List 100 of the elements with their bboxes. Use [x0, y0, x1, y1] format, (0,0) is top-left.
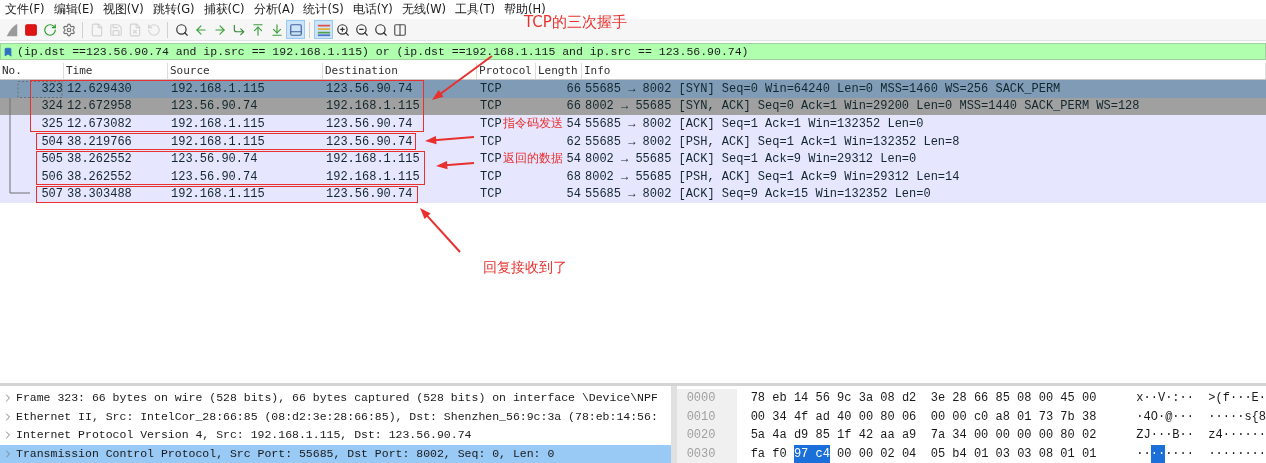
detail-text: Frame 323: 66 bytes on wire (528 bits), 66 bytes captured (528 bits) on interface \Device\NPF	[16, 391, 658, 406]
column-header[interactable]: Source	[168, 63, 323, 79]
table-cell: 12.672958	[67, 99, 132, 114]
column-header[interactable]: No.	[0, 63, 64, 79]
autoscroll-icon	[288, 22, 303, 37]
restart-icon	[42, 22, 57, 37]
menu-item[interactable]: 视图(V)	[99, 0, 147, 19]
table-cell: 12.673082	[67, 117, 132, 131]
zoom-out-icon	[354, 22, 369, 37]
search-icon	[174, 22, 189, 37]
byte-offset: 0010	[686, 408, 716, 426]
table-cell: 12.629430	[67, 81, 132, 96]
zoom-in-icon	[335, 22, 350, 37]
table-cell: 55685 → 8002 [SYN] Seq=0 Win=64240 Len=0 MSS=1460 WS=256 SACK_PERM	[585, 81, 1061, 96]
table-cell: 8002 → 55685 [ACK] Seq=1 Ack=9 Win=29312 Len=0	[585, 152, 917, 167]
menu-item[interactable]: 文件(F)	[2, 0, 48, 19]
table-cell: 192.168.1.115	[171, 187, 265, 202]
save-icon	[108, 22, 123, 37]
table-cell: 192.168.1.115	[326, 169, 420, 184]
menu-item[interactable]: 无线(W)	[398, 0, 450, 19]
column-header[interactable]: Info	[582, 63, 1266, 79]
settings-icon	[61, 22, 76, 37]
menu-item[interactable]: 跳转(G)	[149, 0, 198, 19]
menu-item[interactable]: 统计(S)	[300, 0, 347, 19]
reload-icon	[146, 22, 161, 37]
detail-text: Ethernet II, Src: IntelCor_28:66:85 (08:d2:3e:28:66:85), Dst: Shenzhen_56:9c:3a (78:eb:14:56:	[16, 409, 658, 424]
table-cell: 55685 → 8002 [ACK] Seq=9 Ack=15 Win=132352 Len=0	[585, 187, 931, 202]
ascii-text: x··V·:·· >(f···E·	[1136, 390, 1266, 408]
table-cell: 66	[566, 99, 581, 114]
table-cell: TCP	[480, 117, 502, 131]
table-cell: TCP	[480, 81, 502, 96]
hex-bytes: 5a 4a d9 85 1f 42 aa a9 7a 34 00 00 00 00 80 02	[750, 427, 1097, 445]
table-cell: TCP	[480, 152, 502, 167]
column-header[interactable]: Destination	[323, 63, 477, 79]
table-cell: 8002 → 55685 [PSH, ACK] Seq=1 Ack=9 Win=29312 Len=14	[585, 169, 960, 184]
byte-offset: 0030	[686, 445, 716, 463]
ascii-text: ··	[1136, 445, 1151, 463]
annotation-arrow	[425, 136, 475, 145]
annotation-arrow	[420, 208, 461, 253]
stop-icon	[23, 22, 38, 37]
table-cell: 192.168.1.115	[171, 81, 265, 96]
table-cell: 54	[566, 117, 581, 131]
table-cell: TCP	[480, 99, 502, 114]
colorize-button[interactable]	[314, 20, 333, 39]
hex-bytes: 00 00 02 04 05 b4 01 03 03 08 01 01	[836, 445, 1097, 463]
table-cell: 54	[566, 152, 581, 167]
table-cell: 324	[41, 99, 63, 114]
table-cell: 504	[41, 134, 63, 149]
table-cell: 323	[41, 81, 63, 96]
table-cell: 62	[566, 134, 581, 149]
annotation-label: 指令码发送	[503, 115, 563, 132]
table-cell: 123.56.90.74	[171, 99, 258, 114]
byte-offset: 0000	[686, 390, 716, 408]
arrow-up-icon	[250, 22, 265, 37]
hex-bytes: 97 c4	[793, 444, 830, 463]
hex-bytes: 78 eb 14 56 9c 3a 08 d2 3e 28 66 85 08 00 45 00	[750, 390, 1097, 408]
table-cell: 123.56.90.74	[326, 81, 413, 96]
table-cell: 192.168.1.115	[171, 117, 265, 131]
close-file-icon	[127, 22, 142, 37]
column-header[interactable]: Length	[536, 63, 582, 79]
detail-text: Transmission Control Protocol, Src Port: 55685, Dst Port: 8002, Seq: 0, Len: 0	[16, 446, 555, 461]
arrow-down-icon	[269, 22, 284, 37]
autoscroll-button[interactable]	[286, 20, 305, 39]
go-to-icon	[231, 22, 246, 37]
menu-item[interactable]: 捕获(C)	[200, 0, 248, 19]
table-cell: 505	[41, 152, 63, 167]
annotation-label: 回复接收到了	[483, 258, 567, 277]
table-cell: 325	[41, 117, 63, 131]
resize-columns-icon	[392, 22, 407, 37]
table-cell: 38.262552	[67, 169, 132, 184]
table-cell: 123.56.90.74	[171, 169, 258, 184]
hex-bytes: fa f0	[750, 445, 788, 463]
table-cell: TCP	[480, 169, 502, 184]
ascii-text: ··	[1150, 444, 1166, 463]
shark-fin-icon	[4, 22, 19, 37]
ascii-text: ·4O·@··· ·····s{8	[1136, 408, 1266, 426]
table-cell: 192.168.1.115	[171, 134, 265, 149]
column-header[interactable]: Time	[64, 63, 168, 79]
table-cell: 123.56.90.74	[326, 117, 413, 131]
table-cell: 123.56.90.74	[326, 187, 413, 202]
ascii-text: ···· ········	[1165, 445, 1266, 463]
menu-item[interactable]: 电话(Y)	[349, 0, 396, 19]
detail-tree-item[interactable]: Transmission Control Protocol, Src Port: 55685, Dst Port: 8002, Seq: 0, Len: 0	[0, 444, 671, 463]
column-header[interactable]: Protocol	[477, 63, 536, 79]
table-cell: 123.56.90.74	[171, 152, 258, 167]
table-cell: 38.262552	[67, 152, 132, 167]
file-icon	[89, 22, 104, 37]
detail-tree-item[interactable]: Frame 323: 66 bytes on wire (528 bits), 66 bytes captured (528 bits) on interface \Device\NPF	[0, 389, 671, 408]
table-cell: TCP	[480, 187, 502, 202]
detail-tree-item[interactable]: Ethernet II, Src: IntelCor_28:66:85 (08:d2:3e:28:66:85), Dst: Shenzhen_56:9c:3a (78:eb:14:56:	[0, 407, 671, 426]
ascii-text: ZJ···B·· z4······	[1136, 427, 1266, 445]
menu-item[interactable]: 分析(A)	[250, 0, 298, 19]
menu-item[interactable]: 工具(T)	[452, 0, 499, 19]
table-cell: 54	[566, 187, 581, 202]
menu-item[interactable]: 编辑(E)	[50, 0, 97, 19]
table-cell: 192.168.1.115	[326, 152, 420, 167]
bookmark-icon[interactable]	[3, 45, 13, 58]
packet-row[interactable]: 323 12.629430 192.168.1.115 123.56.90.74 TCP 66 55685 → 8002 [SYN] Seq=0 Win=64240 Len=0 MSS=1460 WS=256 SACK_PERM	[0, 80, 1266, 98]
colorize-icon	[316, 22, 331, 37]
detail-tree-item[interactable]: Internet Protocol Version 4, Src: 192.168.1.115, Dst: 123.56.90.74	[0, 426, 671, 445]
